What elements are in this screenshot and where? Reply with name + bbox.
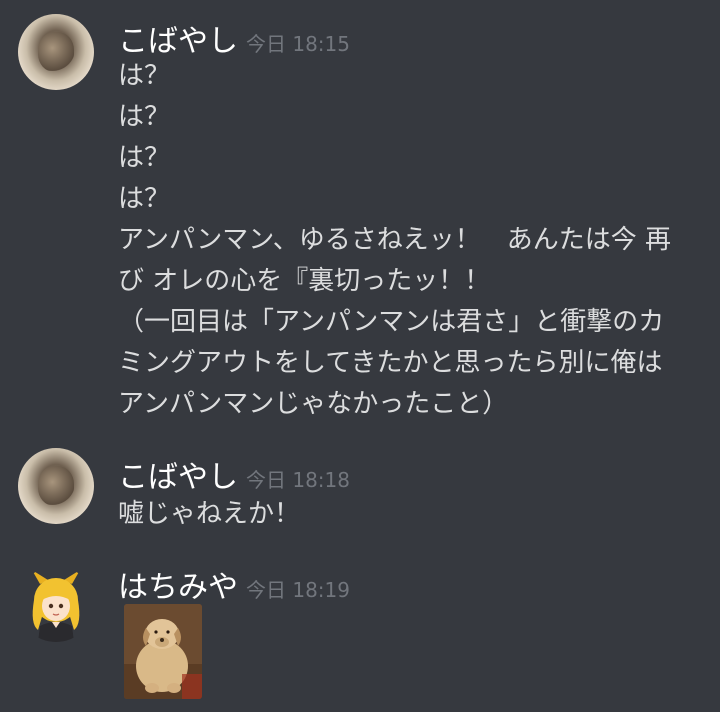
avatar[interactable] <box>18 14 94 90</box>
message-line: （一回目は「アンパンマンは君さ」と衝撃のカ <box>118 307 665 337</box>
avatar-girl-icon <box>32 570 80 642</box>
timestamp: 今日 18:19 <box>246 578 350 602</box>
avatar[interactable] <box>18 566 94 642</box>
message-line: ミングアウトをしてきたかと思ったら別に俺は <box>118 348 663 378</box>
avatar[interactable] <box>18 448 94 524</box>
message-line: は？ <box>118 143 171 173</box>
message-header: はちみや 今日 18:19 <box>118 562 350 605</box>
timestamp: 今日 18:18 <box>246 468 350 492</box>
message-header: こばやし 今日 18:18 <box>118 452 350 495</box>
username[interactable]: はちみや <box>118 570 238 605</box>
message-line: アンパンマンじゃなかったこと） <box>118 389 509 419</box>
image-attachment[interactable] <box>124 604 202 699</box>
username[interactable]: こばやし <box>118 24 238 59</box>
message-line: は？ <box>118 61 171 91</box>
message-group: こばやし 今日 18:15 は？ は？ は？ は？ アンパンマン、ゆるさねえッ！ … <box>0 10 720 430</box>
message-line: 嘘じゃねえか！ <box>118 499 301 529</box>
message-content: 嘘じゃねえか！ <box>118 494 708 535</box>
message-line: アンパンマン、ゆるさねえッ！ あんたは今 再 <box>118 225 671 255</box>
username[interactable]: こばやし <box>118 460 238 495</box>
message-group: はちみや 今日 18:19 <box>0 556 720 706</box>
message-group: こばやし 今日 18:18 嘘じゃねえか！ <box>0 446 720 546</box>
message-content: は？ は？ は？ は？ アンパンマン、ゆるさねえッ！ あんたは今 再 び オレの… <box>118 56 708 425</box>
message-line: は？ <box>118 102 171 132</box>
chat-messages: こばやし 今日 18:15 は？ は？ は？ は？ アンパンマン、ゆるさねえッ！ … <box>0 0 720 712</box>
message-line: び オレの心を『裏切ったッ！！ <box>118 266 491 296</box>
dog-image-icon <box>124 604 202 699</box>
message-line: は？ <box>118 184 171 214</box>
message-header: こばやし 今日 18:15 <box>118 16 350 59</box>
timestamp: 今日 18:15 <box>246 32 350 56</box>
